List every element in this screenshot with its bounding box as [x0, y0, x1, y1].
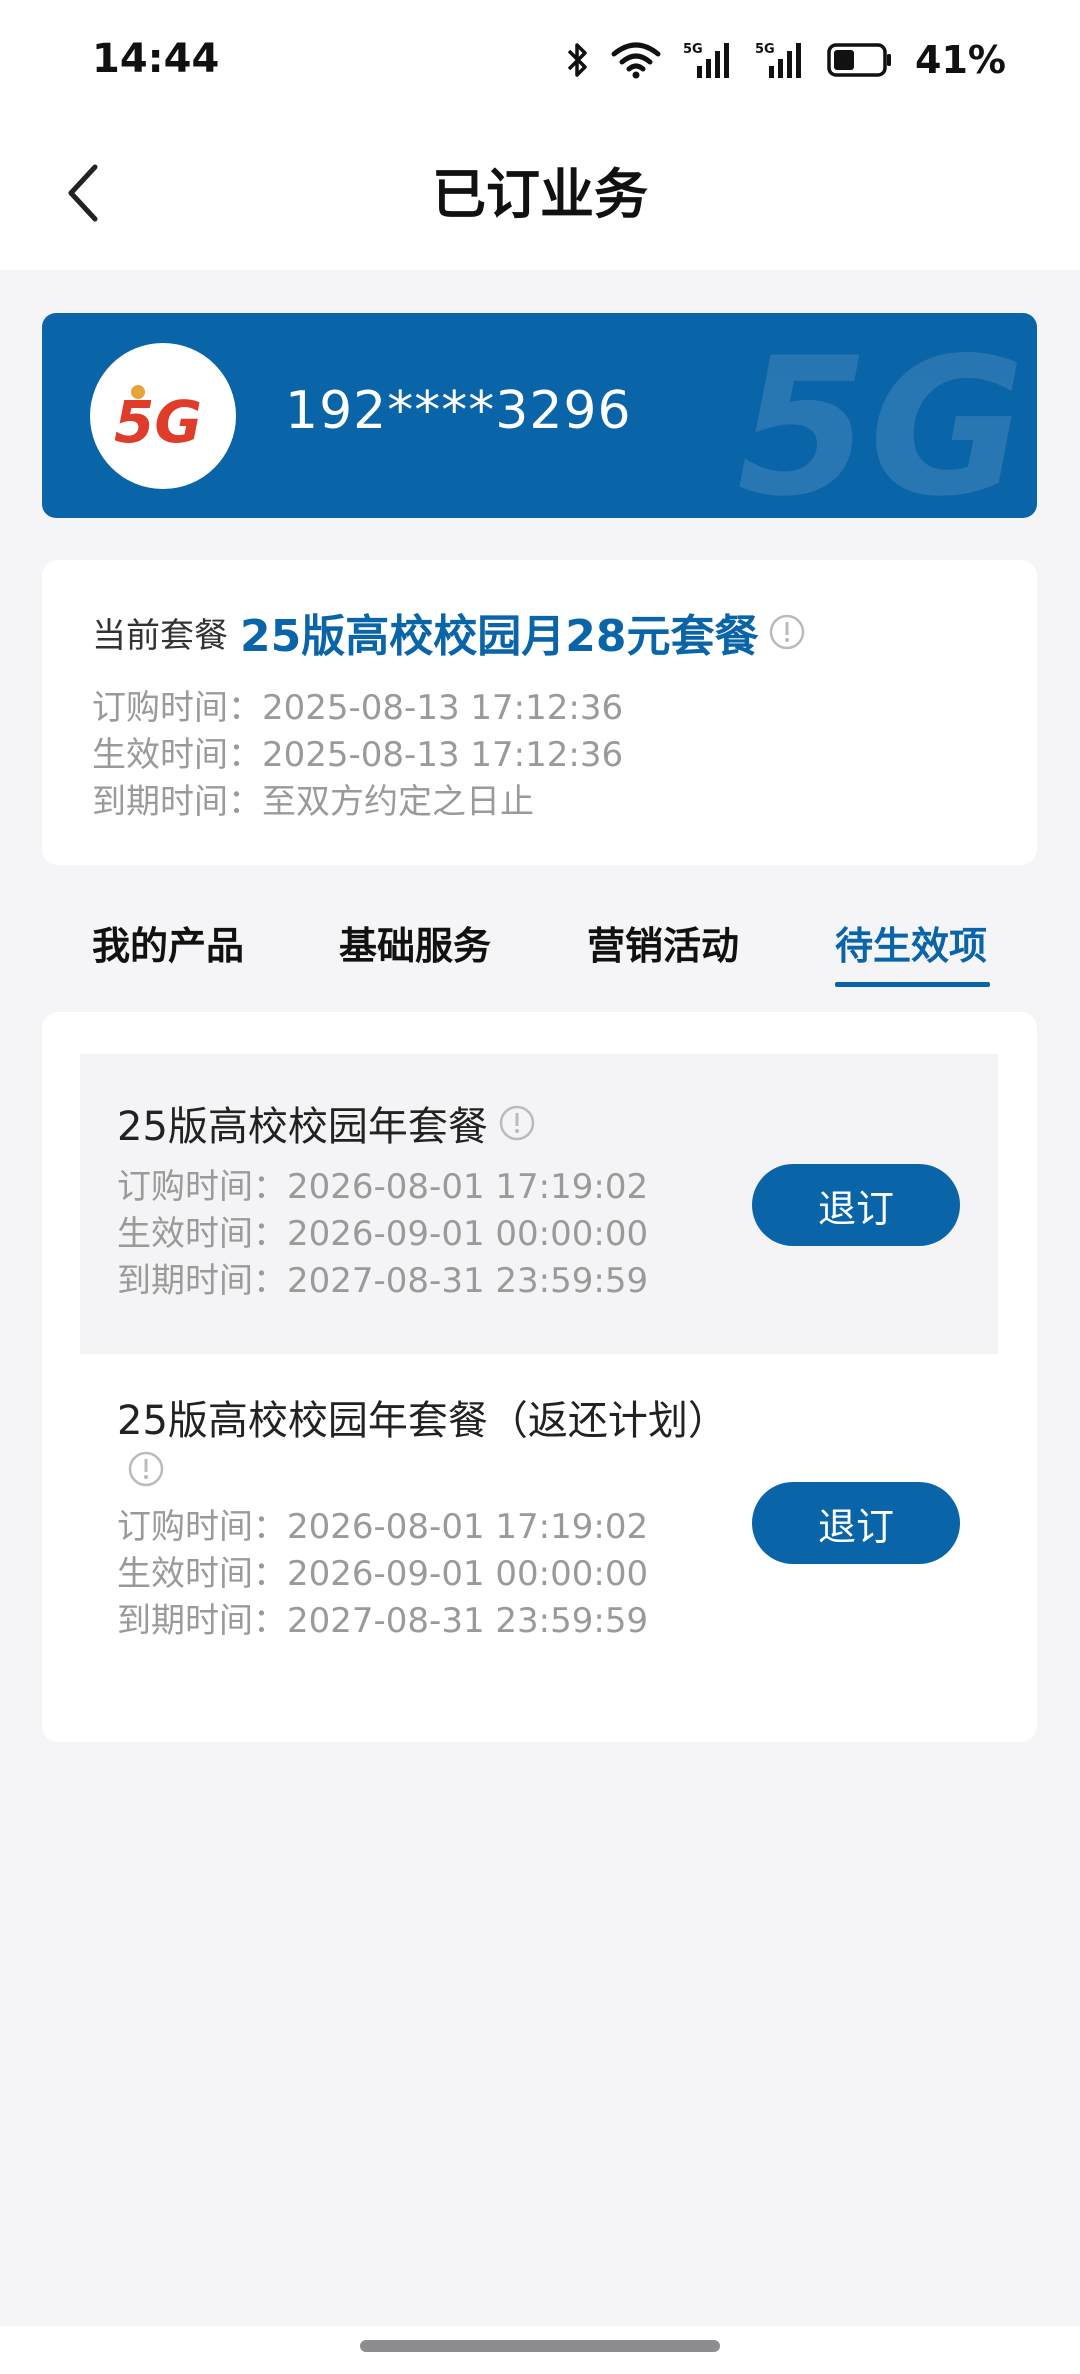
- order-time: 订购时间：2025-08-13 17:12:36: [92, 688, 624, 728]
- page-title: 已订业务: [432, 163, 648, 226]
- svg-text:5G: 5G: [755, 42, 775, 57]
- item-title-row: 25版高校校园年套餐: [117, 1094, 536, 1152]
- effective-time: 生效时间：2025-08-13 17:12:36: [92, 735, 624, 775]
- status-bar: 14:44 5G 5G 41%: [0, 0, 1080, 120]
- current-plan-row: 当前套餐 25版高校校园月28元套餐: [92, 600, 806, 664]
- status-icons: 5G 5G 41%: [565, 36, 1006, 84]
- item-title: 25版高校校园年套餐: [117, 1104, 488, 1150]
- signal-5g-icon: 5G: [755, 40, 805, 80]
- tab-my-products[interactable]: 我的产品: [92, 915, 244, 970]
- bluetooth-icon: [565, 41, 589, 79]
- effective-time: 生效时间：2026-09-01 00:00:00: [117, 1554, 649, 1594]
- unsubscribe-button[interactable]: 退订: [752, 1482, 960, 1564]
- info-icon[interactable]: [127, 1450, 165, 1488]
- item-meta: 订购时间：2026-08-01 17:19:02 生效时间：2026-09-01…: [117, 1504, 648, 1645]
- expire-time: 到期时间：2027-08-31 23:59:59: [117, 1601, 649, 1641]
- current-plan-card: 当前套餐 25版高校校园月28元套餐 订购时间：2025-08-13 17:12…: [42, 560, 1037, 865]
- item-meta: 订购时间：2026-08-01 17:19:02 生效时间：2026-09-01…: [117, 1164, 648, 1305]
- phone-number: 192****3296: [285, 381, 632, 441]
- active-tab-indicator: [835, 982, 990, 987]
- effective-time: 生效时间：2026-09-01 00:00:00: [117, 1214, 649, 1254]
- order-time: 订购时间：2026-08-01 17:19:02: [117, 1167, 649, 1207]
- pending-list: 25版高校校园年套餐 订购时间：2026-08-01 17:19:02 生效时间…: [42, 1012, 1037, 1742]
- info-icon[interactable]: [498, 1104, 536, 1142]
- battery-percent: 41%: [915, 38, 1006, 82]
- info-icon[interactable]: [768, 613, 806, 651]
- status-time: 14:44: [92, 36, 220, 82]
- list-item: 25版高校校园年套餐 订购时间：2026-08-01 17:19:02 生效时间…: [80, 1054, 998, 1354]
- signal-5g-icon: 5G: [683, 40, 733, 80]
- nav-bar: 已订业务: [0, 120, 1080, 270]
- tab-marketing[interactable]: 营销活动: [587, 915, 739, 970]
- account-card: 5G 5G 192****3296: [42, 313, 1037, 518]
- current-plan-meta: 订购时间：2025-08-13 17:12:36 生效时间：2025-08-13…: [92, 685, 623, 826]
- battery-icon: [827, 43, 893, 77]
- home-indicator[interactable]: [360, 2340, 720, 2352]
- unsubscribe-button[interactable]: 退订: [752, 1164, 960, 1246]
- svg-text:5G: 5G: [114, 388, 202, 456]
- svg-text:5G: 5G: [683, 42, 703, 57]
- 5g-logo-icon: 5G: [90, 343, 236, 489]
- tab-bar: 我的产品 基础服务 营销活动 待生效项: [42, 900, 1037, 1000]
- svg-text:5G: 5G: [737, 323, 1025, 518]
- tab-pending[interactable]: 待生效项: [835, 915, 987, 970]
- item-title: 25版高校校园年套餐（返还计划）: [117, 1398, 728, 1444]
- order-time: 订购时间：2026-08-01 17:19:02: [117, 1507, 649, 1547]
- expire-time: 到期时间：至双方约定之日止: [92, 782, 534, 822]
- expire-time: 到期时间：2027-08-31 23:59:59: [117, 1261, 649, 1301]
- current-plan-name: 25版高校校园月28元套餐: [240, 611, 759, 662]
- 5g-watermark-icon: 5G: [727, 317, 1037, 518]
- wifi-icon: [611, 41, 661, 79]
- current-plan-label: 当前套餐: [92, 615, 228, 656]
- tab-basic-services[interactable]: 基础服务: [339, 915, 491, 970]
- list-item: 25版高校校园年套餐（返还计划） 订购时间：2026-08-01 17:19:0…: [80, 1354, 998, 1684]
